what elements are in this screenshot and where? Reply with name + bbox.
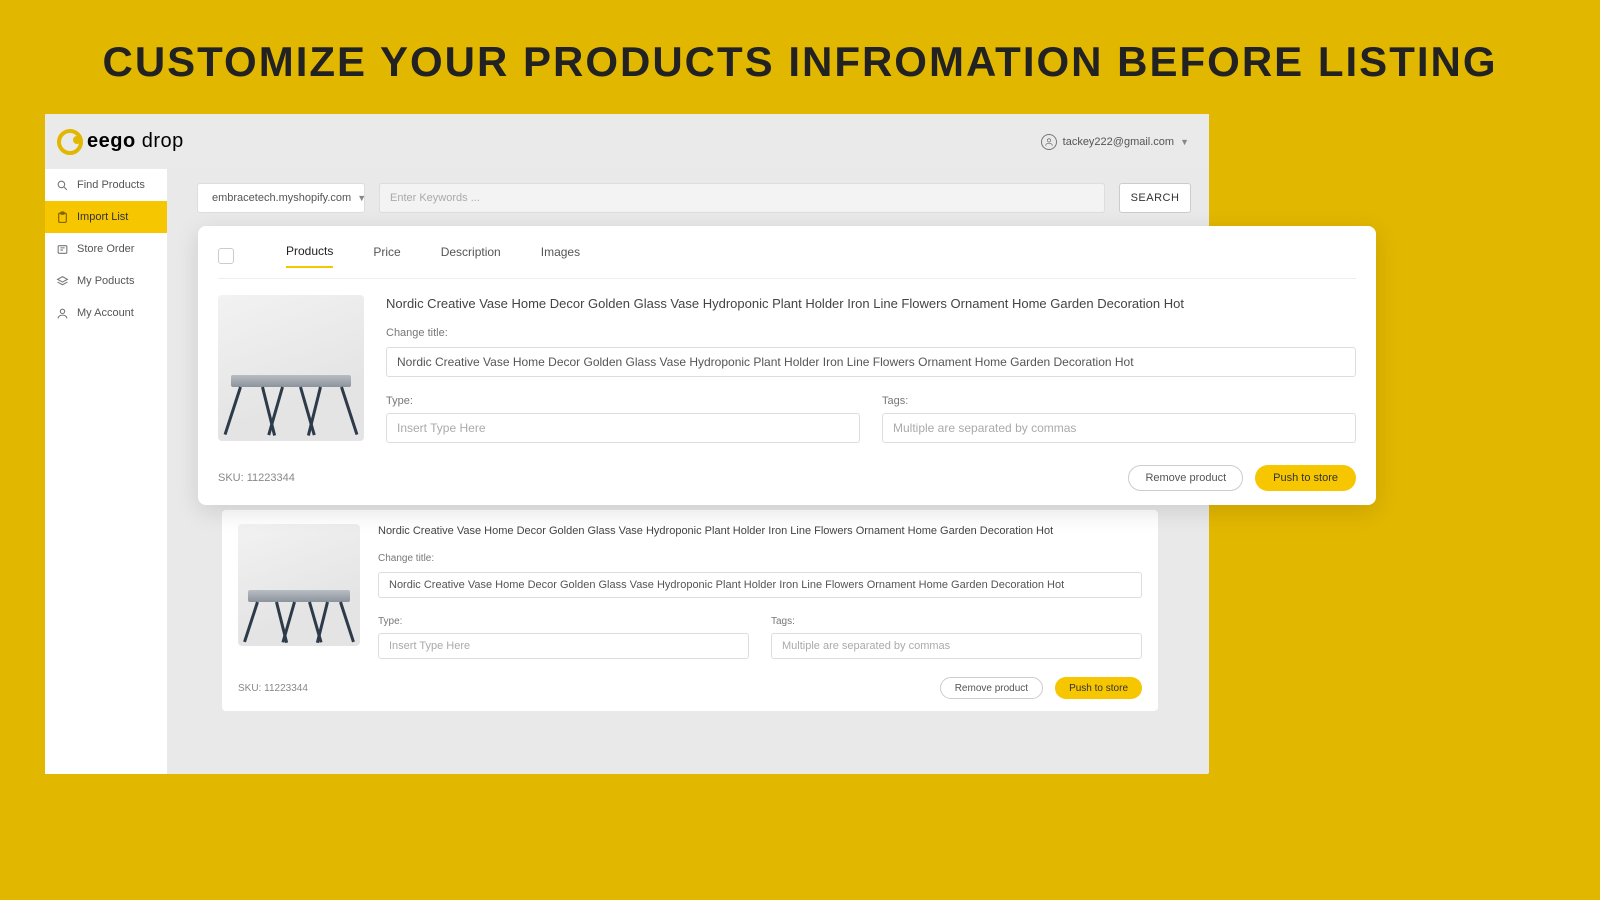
type-label: Type: [386, 395, 860, 407]
store-selected-value: embracetech.myshopify.com [212, 192, 351, 204]
account-icon [55, 306, 69, 320]
change-title-label: Change title: [386, 327, 1356, 339]
tags-label: Tags: [771, 616, 1142, 627]
user-email: tackey222@gmail.com [1063, 136, 1174, 148]
sidebar-item-my-account[interactable]: My Account [45, 297, 167, 329]
sidebar-item-my-products[interactable]: My Poducts [45, 265, 167, 297]
sku-text: SKU: 11223344 [238, 683, 308, 694]
sidebar-item-find-products[interactable]: Find Products [45, 169, 167, 201]
type-input[interactable] [378, 633, 749, 659]
sku-prefix: SKU: [218, 472, 244, 484]
chevron-down-icon: ▼ [357, 193, 366, 203]
tab-products[interactable]: Products [286, 244, 333, 268]
remove-product-button[interactable]: Remove product [1128, 465, 1243, 491]
type-label: Type: [378, 616, 749, 627]
sidebar-item-label: Import List [77, 211, 128, 223]
clipboard-icon [55, 210, 69, 224]
user-menu[interactable]: tackey222@gmail.com ▼ [1041, 134, 1189, 150]
sku-value: 11223344 [247, 472, 295, 484]
product-card-expanded: Products Price Description Images [198, 226, 1376, 505]
sku-text: SKU: 11223344 [218, 472, 295, 484]
search-button[interactable]: SEARCH [1119, 183, 1191, 213]
sidebar-item-label: Find Products [77, 179, 145, 191]
product-title: Nordic Creative Vase Home Decor Golden G… [378, 524, 1142, 539]
type-input[interactable] [386, 413, 860, 443]
tags-input[interactable] [882, 413, 1356, 443]
logo-text-1: eego [87, 130, 136, 152]
sidebar-item-label: My Account [77, 307, 134, 319]
tags-input[interactable] [771, 633, 1142, 659]
sidebar-item-import-list[interactable]: Import List [45, 201, 167, 233]
logo-mark-icon [57, 129, 83, 155]
order-icon [55, 242, 69, 256]
product-thumbnail [238, 524, 360, 646]
product-tabs: Products Price Description Images [218, 242, 1356, 279]
sku-value: 11223344 [264, 683, 308, 694]
tab-description[interactable]: Description [441, 245, 501, 267]
product-thumbnail [218, 295, 364, 441]
store-selector[interactable]: embracetech.myshopify.com ▼ [197, 183, 365, 213]
product-card-compact: Nordic Creative Vase Home Decor Golden G… [222, 510, 1158, 711]
sidebar-item-label: My Poducts [77, 275, 134, 287]
tags-label: Tags: [882, 395, 1356, 407]
change-title-label: Change title: [378, 553, 1142, 564]
topbar: eego drop tackey222@gmail.com ▼ [45, 114, 1209, 169]
logo-text: eego drop [87, 130, 184, 153]
sku-prefix: SKU: [238, 683, 261, 694]
logo: eego drop [57, 129, 184, 155]
toolbar: embracetech.myshopify.com ▼ SEARCH [197, 183, 1191, 213]
push-to-store-button[interactable]: Push to store [1255, 465, 1356, 491]
keyword-search-input[interactable] [379, 183, 1105, 213]
select-all-checkbox[interactable] [218, 248, 234, 264]
chevron-down-icon: ▼ [1180, 137, 1189, 147]
push-to-store-button[interactable]: Push to store [1055, 677, 1142, 699]
tab-images[interactable]: Images [541, 245, 580, 267]
logo-text-2: drop [136, 130, 184, 152]
user-icon [1041, 134, 1057, 150]
title-input[interactable] [378, 572, 1142, 598]
remove-product-button[interactable]: Remove product [940, 677, 1043, 699]
sidebar: Find Products Import List Store Order My… [45, 169, 167, 774]
sidebar-item-store-order[interactable]: Store Order [45, 233, 167, 265]
sidebar-item-label: Store Order [77, 243, 134, 255]
hero-title: CUSTOMIZE YOUR PRODUCTS INFROMATION BEFO… [0, 0, 1600, 110]
search-icon [55, 178, 69, 192]
product-title: Nordic Creative Vase Home Decor Golden G… [386, 295, 1356, 313]
title-input[interactable] [386, 347, 1356, 377]
layers-icon [55, 274, 69, 288]
tab-price[interactable]: Price [373, 245, 400, 267]
